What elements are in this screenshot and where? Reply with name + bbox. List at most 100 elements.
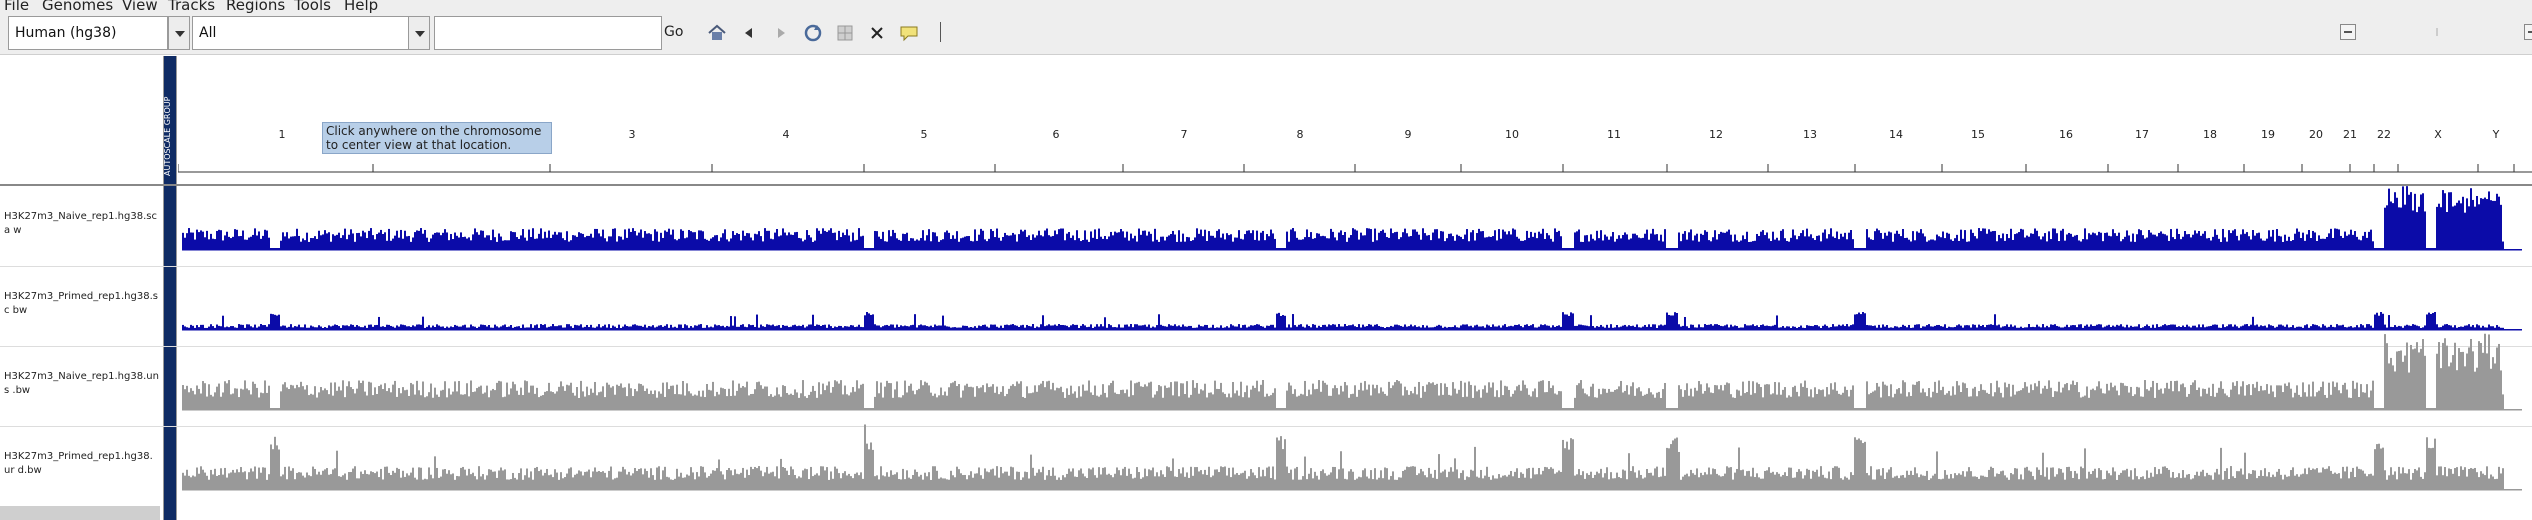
signal-bar bbox=[2072, 477, 2074, 490]
signal-bar bbox=[2360, 384, 2362, 410]
track-3[interactable] bbox=[182, 424, 2522, 491]
chromosome-label-12[interactable]: 12 bbox=[1709, 128, 1723, 141]
chromosome-label-Y[interactable]: Y bbox=[2492, 128, 2500, 141]
signal-bar bbox=[1786, 326, 1788, 330]
chromosome-label-17[interactable]: 17 bbox=[2135, 128, 2149, 141]
refresh-icon[interactable] bbox=[802, 22, 824, 44]
signal-bar bbox=[2098, 231, 2100, 250]
chromosome-label-4[interactable]: 4 bbox=[783, 128, 790, 141]
signal-bar bbox=[344, 473, 346, 490]
signal-bar bbox=[1738, 241, 1740, 250]
signal-bar bbox=[896, 472, 898, 490]
chromosome-label-8[interactable]: 8 bbox=[1297, 128, 1304, 141]
chromosome-label-10[interactable]: 10 bbox=[1505, 128, 1519, 141]
signal-bar bbox=[372, 235, 374, 250]
chromosome-label-19[interactable]: 19 bbox=[2261, 128, 2275, 141]
signal-bar bbox=[240, 235, 242, 250]
locus-search-input[interactable] bbox=[434, 16, 662, 50]
chromosome-label-9[interactable]: 9 bbox=[1405, 128, 1412, 141]
signal-bar bbox=[1108, 324, 1110, 330]
track-0[interactable] bbox=[182, 186, 2522, 251]
menu-tracks[interactable]: Tracks bbox=[168, 0, 215, 14]
genome-select[interactable]: Human (hg38) bbox=[8, 16, 168, 50]
signal-bar bbox=[464, 394, 466, 410]
chromosome-ruler[interactable]: 1 3 4 5 6 7 8 9 10 11 12 13 14 15 16 17 18 19 20 21 22 X Y bbox=[178, 56, 2532, 184]
close-icon[interactable] bbox=[866, 22, 888, 44]
signal-bar bbox=[2336, 473, 2338, 490]
menu-tools[interactable]: Tools bbox=[294, 0, 331, 14]
signal-bar bbox=[900, 240, 902, 250]
track-name-primed-scaled[interactable]: H3K27m3_Primed_rep1.hg38.sc bw bbox=[4, 290, 159, 318]
signal-bar bbox=[2116, 324, 2118, 330]
signal-bar bbox=[2298, 326, 2300, 330]
menu-regions[interactable]: Regions bbox=[226, 0, 285, 14]
menu-file[interactable]: File bbox=[4, 0, 29, 14]
signal-bar bbox=[1962, 238, 1964, 250]
signal-bar bbox=[1074, 324, 1076, 330]
chromosome-label-7[interactable]: 7 bbox=[1181, 128, 1188, 141]
signal-bar bbox=[482, 324, 484, 330]
chromosome-label-20[interactable]: 20 bbox=[2309, 128, 2323, 141]
signal-bar bbox=[2278, 235, 2280, 250]
zoom-out-icon[interactable] bbox=[2340, 24, 2356, 40]
name-panel-scrollbar[interactable] bbox=[0, 506, 160, 520]
signal-bar bbox=[260, 238, 262, 250]
signal-bar bbox=[1996, 241, 1998, 250]
track-name-naive-scaled[interactable]: H3K27m3_Naive_rep1.hg38.sca w bbox=[4, 210, 159, 238]
chromosome-label-X[interactable]: X bbox=[2434, 128, 2442, 141]
signal-bar bbox=[2342, 324, 2344, 330]
back-arrow-icon[interactable] bbox=[738, 22, 760, 44]
menu-genomes[interactable]: Genomes bbox=[42, 0, 113, 14]
tracks-area[interactable] bbox=[182, 186, 2532, 520]
signal-bar bbox=[2488, 334, 2490, 410]
go-button[interactable]: Go bbox=[664, 24, 683, 40]
signal-bar bbox=[1400, 477, 1402, 490]
track-name-primed-unscaled[interactable]: H3K27m3_Primed_rep1.hg38.ur d.bw bbox=[4, 450, 159, 478]
track-1[interactable] bbox=[182, 312, 2522, 331]
signal-bar bbox=[2084, 395, 2086, 410]
genome-dropdown-button[interactable] bbox=[168, 16, 190, 50]
chromosome-label-14[interactable]: 14 bbox=[1889, 128, 1903, 141]
chromosome-label-21[interactable]: 21 bbox=[2343, 128, 2357, 141]
popup-info-icon[interactable] bbox=[898, 22, 920, 44]
chromosome-label-3[interactable]: 3 bbox=[629, 128, 636, 141]
track-2[interactable] bbox=[182, 333, 2522, 411]
signal-bar bbox=[1316, 388, 1318, 410]
signal-bar bbox=[1746, 231, 1748, 250]
signal-bar bbox=[2252, 230, 2254, 250]
signal-bar bbox=[1036, 235, 1038, 250]
signal-bar bbox=[1060, 479, 1062, 490]
chromosome-label-15[interactable]: 15 bbox=[1971, 128, 1985, 141]
signal-bar bbox=[754, 389, 756, 410]
signal-bar bbox=[1422, 471, 1424, 490]
zoom-in-icon[interactable] bbox=[2524, 24, 2532, 40]
signal-bar bbox=[370, 382, 372, 410]
signal-bar bbox=[772, 239, 774, 250]
signal-bar bbox=[960, 238, 962, 250]
track-name-naive-unscaled[interactable]: H3K27m3_Naive_rep1.hg38.uns .bw bbox=[4, 370, 159, 398]
signal-bar bbox=[2190, 237, 2192, 250]
signal-bar bbox=[2190, 479, 2192, 490]
ruler-tool-icon[interactable] bbox=[940, 22, 941, 42]
signal-bar bbox=[2306, 324, 2308, 330]
chromosome-label-22[interactable]: 22 bbox=[2377, 128, 2391, 141]
chromosome-label-1[interactable]: 1 bbox=[279, 128, 286, 141]
chromosome-label-13[interactable]: 13 bbox=[1803, 128, 1817, 141]
chromosome-label-18[interactable]: 18 bbox=[2203, 128, 2217, 141]
menu-view[interactable]: View bbox=[122, 0, 158, 14]
chromosome-label-16[interactable]: 16 bbox=[2059, 128, 2073, 141]
chromosome-label-6[interactable]: 6 bbox=[1053, 128, 1060, 141]
menu-help[interactable]: Help bbox=[344, 0, 378, 14]
signal-bar bbox=[2148, 230, 2150, 250]
home-icon[interactable] bbox=[706, 22, 728, 44]
chromosome-dropdown-button[interactable] bbox=[408, 16, 430, 50]
forward-arrow-icon[interactable] bbox=[770, 22, 792, 44]
resize-window-icon[interactable] bbox=[834, 22, 856, 44]
chromosome-label-11[interactable]: 11 bbox=[1607, 128, 1621, 141]
signal-bar bbox=[2110, 236, 2112, 250]
chromosome-select[interactable]: All bbox=[192, 16, 410, 50]
zoom-slider[interactable] bbox=[2436, 28, 2438, 36]
signal-bar bbox=[1046, 475, 1048, 490]
chromosome-label-5[interactable]: 5 bbox=[921, 128, 928, 141]
signal-bar bbox=[2268, 472, 2270, 490]
